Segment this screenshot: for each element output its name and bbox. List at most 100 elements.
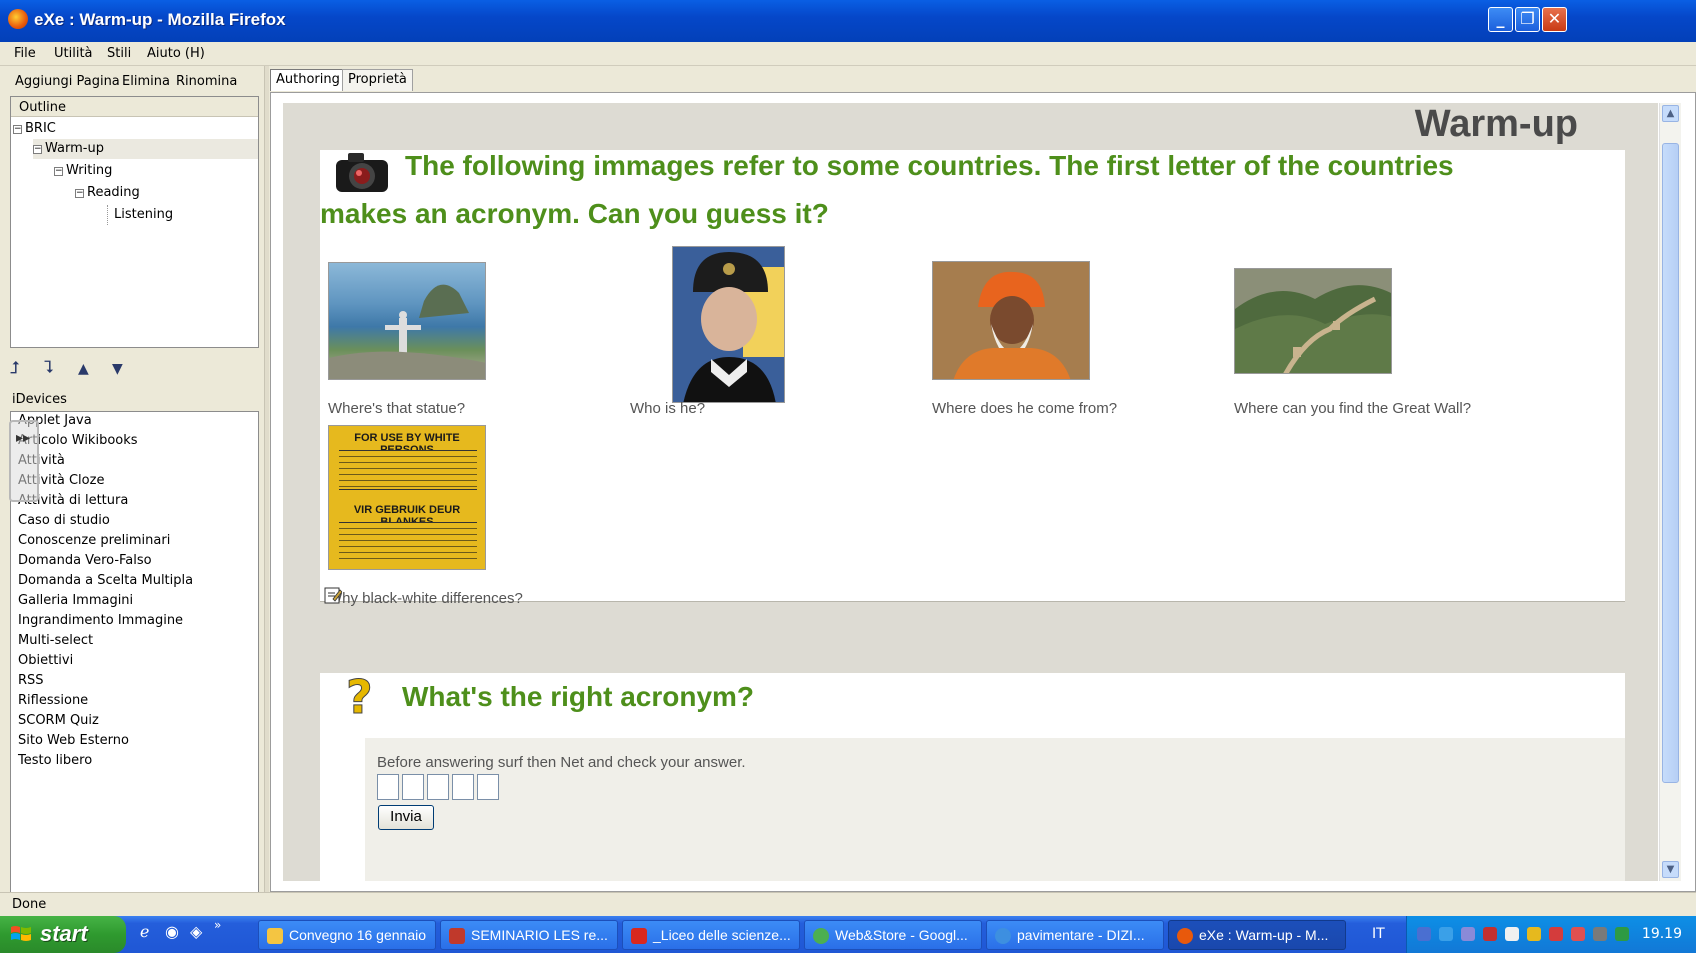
tree-item-reading[interactable]: − Reading [75, 183, 140, 203]
menu-aiuto[interactable]: Aiuto (H) [147, 46, 205, 61]
taskbar-item[interactable]: Convegno 16 gennaio [258, 920, 436, 950]
scrollbar-thumb[interactable] [1662, 143, 1679, 783]
chrome-icon [813, 928, 829, 944]
acronym-letter-input[interactable] [377, 774, 399, 800]
image-gallery-idevice: The following immages refer to some coun… [320, 150, 1625, 607]
tree-item-bric[interactable]: − BRIC [13, 119, 56, 139]
quick-launch-expand-icon[interactable]: » [214, 918, 221, 932]
rename-button[interactable]: Rinomina [176, 74, 237, 89]
chrome-icon[interactable]: ◉ [165, 922, 179, 941]
maximize-button[interactable]: ❐ [1515, 7, 1540, 32]
acronym-letter-input[interactable] [452, 774, 474, 800]
man-picture [673, 247, 784, 402]
idevice-item[interactable]: Galleria Immagini [18, 593, 133, 608]
great-wall-picture [1235, 269, 1391, 373]
alert-icon[interactable] [1571, 927, 1585, 941]
add-page-button[interactable]: Aggiungi Pagina [15, 74, 120, 89]
idevice-item[interactable]: Domanda a Scelta Multipla [18, 573, 193, 588]
cloze-instruction: Before answering surf then Net and check… [377, 754, 746, 771]
image-caption: Where's that statue? [328, 400, 466, 417]
outlook-icon[interactable]: ◈ [190, 922, 202, 941]
volume-icon[interactable] [1593, 927, 1607, 941]
idevice-item[interactable]: Riflessione [18, 693, 88, 708]
idevice-item[interactable]: Conoscenze preliminari [18, 533, 170, 548]
idevice-item[interactable]: Multi-select [18, 633, 93, 648]
acronym-letter-input[interactable] [402, 774, 424, 800]
minimize-button[interactable]: _ [1488, 7, 1513, 32]
collapse-icon[interactable]: − [33, 145, 42, 154]
idevices-list: Applet Java Articolo Wikibooks Attività … [10, 411, 259, 953]
cloze-idevice: ? What's the right acronym? Before answe… [320, 673, 1625, 881]
question-mark-icon: ? [346, 673, 374, 721]
idevice-heading-line2: makes an acronym. Can you guess it? [320, 198, 829, 229]
gallery-image-apartheid-sign[interactable]: FOR USE BY WHITE PERSONS VIR GEBRUIK DEU… [328, 425, 486, 570]
menu-utilita[interactable]: Utilità [54, 46, 93, 61]
network-icon[interactable] [1417, 927, 1431, 941]
taskbar-item[interactable]: pavimentare - DIZI... [986, 920, 1164, 950]
edit-icon[interactable] [324, 586, 342, 604]
page-title: Warm-up [1414, 103, 1578, 145]
idevice-item[interactable]: Testo libero [18, 753, 92, 768]
idevice-item[interactable]: Domanda Vero-Falso [18, 553, 152, 568]
taskbar-item[interactable]: _Liceo delle scienze... [622, 920, 800, 950]
content-scrollbar[interactable]: ▲ ▼ [1659, 103, 1681, 881]
connection-icon[interactable] [1461, 927, 1475, 941]
device-icon[interactable] [1505, 927, 1519, 941]
scroll-up-icon[interactable]: ▲ [1662, 105, 1679, 122]
demote-icon[interactable]: ⮧ [44, 358, 54, 378]
camera-icon [336, 153, 388, 192]
authoring-area: Warm-up The following immages refer to s… [270, 92, 1696, 892]
start-button[interactable]: start [0, 916, 126, 953]
close-button[interactable]: ✕ [1542, 7, 1567, 32]
ie-icon[interactable]: ℯ [140, 922, 149, 941]
delete-button[interactable]: Elimina [122, 74, 170, 89]
idevice-heading-line1: The following immages refer to some coun… [405, 150, 1454, 181]
move-up-icon[interactable]: ▲ [78, 361, 89, 377]
tab-authoring[interactable]: Authoring [270, 69, 346, 91]
outline-move-buttons: ⮥ ⮧ ▲ ▼ [10, 358, 250, 384]
acronym-letter-input[interactable] [477, 774, 499, 800]
collapse-icon[interactable]: − [75, 189, 84, 198]
idevice-item[interactable]: SCORM Quiz [18, 713, 99, 728]
idevice-item[interactable]: Ingrandimento Immagine [18, 613, 183, 628]
tree-item-warm-up[interactable]: − Warm-up [33, 139, 258, 159]
taskbar-item-active[interactable]: eXe : Warm-up - M... [1168, 920, 1346, 950]
submit-button[interactable]: Invia [378, 805, 434, 830]
grip-arrow-icon: ▸▸ [16, 430, 31, 446]
idevice-item[interactable]: Obiettivi [18, 653, 73, 668]
scroll-down-icon[interactable]: ▼ [1662, 861, 1679, 878]
idevice-item[interactable]: RSS [18, 673, 44, 688]
drag-grip-handle[interactable]: ▸▸ [9, 420, 39, 502]
folder-icon [267, 928, 283, 944]
tab-proprieta[interactable]: Proprietà [342, 69, 413, 91]
acronym-letter-input[interactable] [427, 774, 449, 800]
idevice-item[interactable]: Caso di studio [18, 513, 110, 528]
menu-file[interactable]: File [14, 46, 36, 61]
pane-splitter[interactable] [264, 66, 269, 892]
taskbar-item[interactable]: Web&Store - Googl... [804, 920, 982, 950]
ie-tray-icon[interactable] [1439, 927, 1453, 941]
security-icon[interactable] [1483, 927, 1497, 941]
collapse-icon[interactable]: − [13, 125, 22, 134]
antivirus-icon[interactable] [1549, 927, 1563, 941]
tools-icon[interactable] [1527, 927, 1541, 941]
image-caption: Why black-white differences? [328, 590, 523, 607]
language-indicator[interactable]: IT [1372, 926, 1385, 942]
gallery-image-man[interactable] [672, 246, 785, 403]
menu-bar: File Utilità Stili Aiuto (H) [0, 42, 1696, 66]
gallery-image-great-wall[interactable] [1234, 268, 1392, 374]
move-down-icon[interactable]: ▼ [112, 361, 123, 377]
collapse-icon[interactable]: − [54, 167, 63, 176]
tree-item-writing[interactable]: − Writing [54, 161, 112, 181]
statue-picture [329, 284, 485, 379]
promote-icon[interactable]: ⮥ [10, 358, 20, 378]
idevices-header: iDevices [12, 392, 67, 407]
menu-stili[interactable]: Stili [107, 46, 131, 61]
clock: 19.19 [1641, 926, 1682, 942]
gallery-image-sadhu[interactable] [932, 261, 1090, 380]
idevice-item[interactable]: Sito Web Esterno [18, 733, 129, 748]
update-icon[interactable] [1615, 927, 1629, 941]
tree-item-listening[interactable]: Listening [107, 205, 173, 225]
taskbar-item[interactable]: SEMINARIO LES re... [440, 920, 618, 950]
gallery-image-statue[interactable] [328, 262, 486, 380]
